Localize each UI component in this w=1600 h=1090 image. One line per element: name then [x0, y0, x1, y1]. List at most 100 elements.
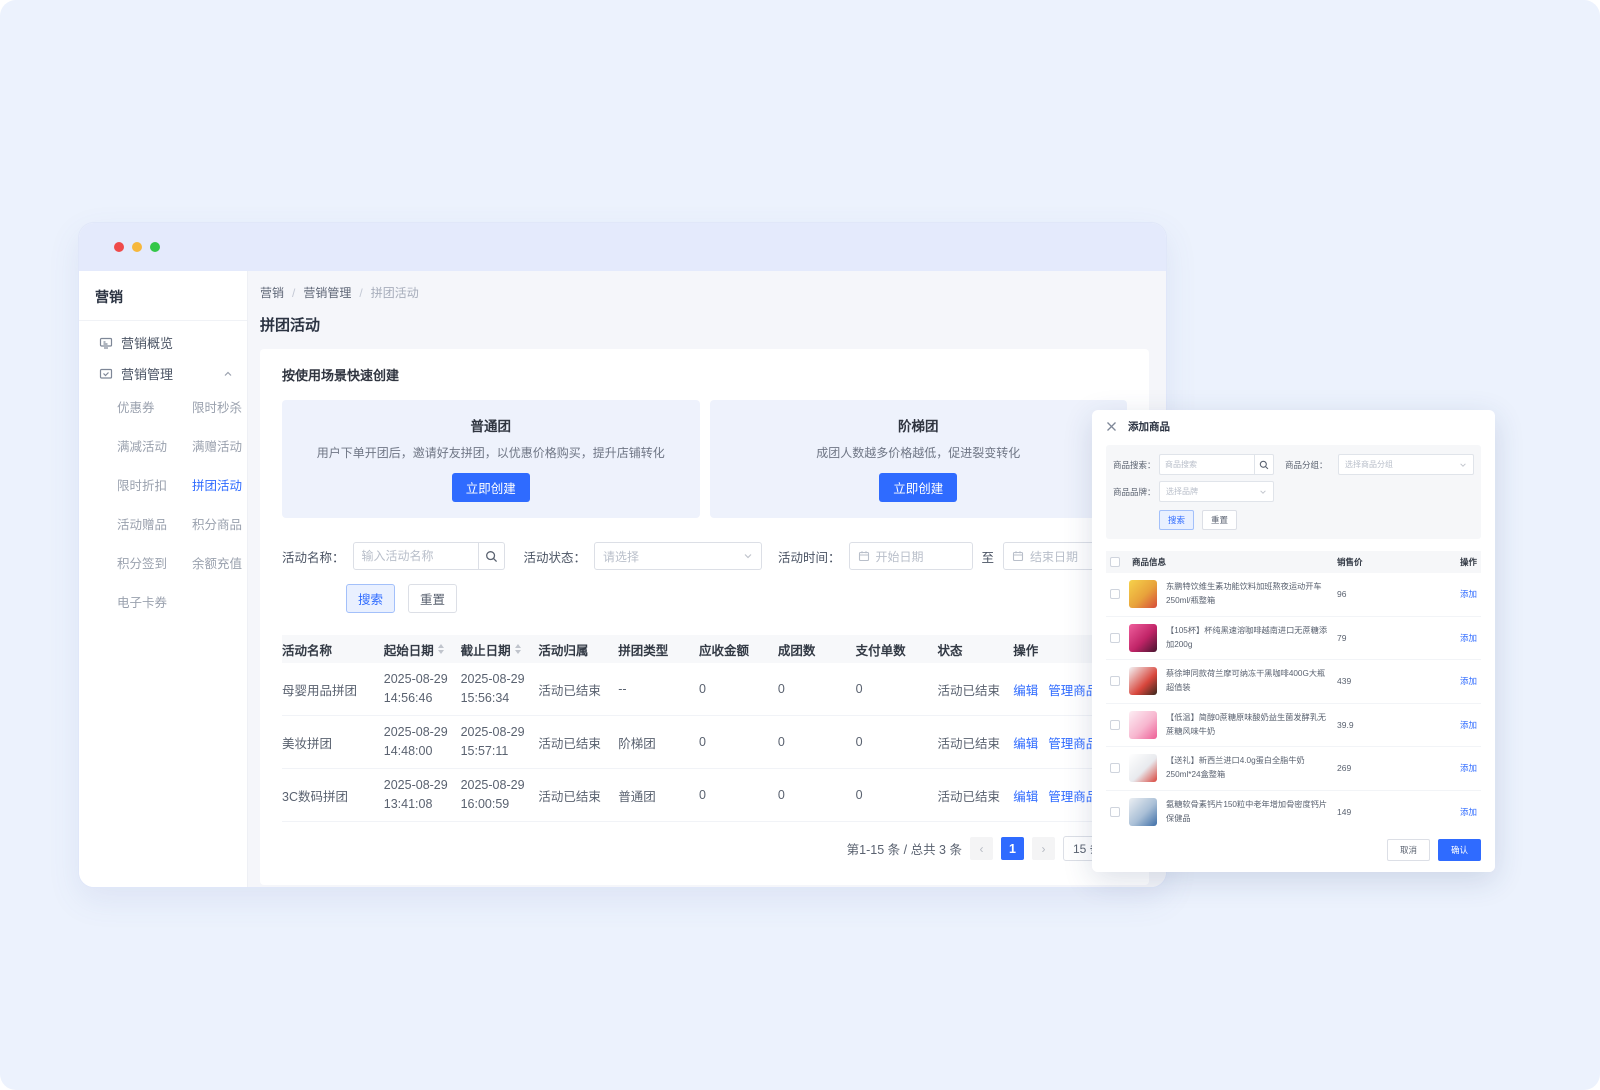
start-date: 2025-08-29 — [384, 778, 448, 792]
sidebar-item-time-discount[interactable]: 限时折扣 — [117, 465, 192, 504]
search-icon[interactable] — [1255, 454, 1274, 475]
sidebar-submenu: 优惠券 限时秒杀 满减活动 满赠活动 限时折扣 拼团活动 活动赠品 积分商品 积… — [79, 383, 247, 621]
end-time: 16:00:59 — [461, 797, 510, 811]
chevron-down-icon — [1459, 461, 1467, 469]
sidebar-item-flash-sale[interactable]: 限时秒杀 — [192, 387, 247, 426]
group-count: 0 — [778, 788, 856, 802]
row-checkbox[interactable] — [1110, 633, 1120, 643]
sidebar-item-activity-gift[interactable]: 活动赠品 — [117, 504, 192, 543]
traffic-light-minimize[interactable] — [132, 242, 142, 252]
sort-icon[interactable] — [515, 644, 521, 654]
activity-table: 活动名称 起始日期 截止日期 活动归属 拼团类型 应收金额 — [282, 635, 1127, 822]
row-checkbox[interactable] — [1110, 720, 1120, 730]
group-type: 阶梯团 — [618, 733, 699, 752]
amount: 0 — [699, 735, 778, 749]
row-checkbox[interactable] — [1110, 676, 1120, 686]
add-product-modal: 添加商品 商品搜索： 商品分组： 选择商品分组 — [1092, 410, 1495, 872]
sidebar-title: 营销 — [79, 271, 247, 321]
modal-search-button[interactable]: 搜索 — [1159, 510, 1194, 530]
traffic-light-zoom[interactable] — [150, 242, 160, 252]
status-text: 活动已结束 — [937, 733, 1013, 752]
traffic-light-close[interactable] — [114, 242, 124, 252]
product-thumbnail — [1129, 754, 1157, 782]
sidebar-item-overview[interactable]: 营销概览 — [79, 321, 247, 352]
create-now-button[interactable]: 立即创建 — [879, 473, 957, 502]
manage-products-link[interactable]: 管理商品 — [1048, 733, 1098, 752]
add-product-link[interactable]: 添加 — [1435, 719, 1477, 731]
card-description: 用户下单开团后，邀请好友拼团，以优惠价格购买，提升店铺转化 — [312, 444, 670, 461]
sidebar-item-points-signin[interactable]: 积分签到 — [117, 543, 192, 582]
sidebar-item-full-gift[interactable]: 满赠活动 — [192, 426, 247, 465]
sidebar-item-balance-recharge[interactable]: 余额充值 — [192, 543, 247, 582]
next-page-button[interactable]: › — [1032, 837, 1055, 860]
date-placeholder: 结束日期 — [1030, 548, 1078, 565]
add-product-link[interactable]: 添加 — [1435, 588, 1477, 600]
window-titlebar — [79, 223, 1166, 271]
modal-reset-button[interactable]: 重置 — [1202, 510, 1237, 530]
create-now-button[interactable]: 立即创建 — [452, 473, 530, 502]
column-header-sortable[interactable]: 截止日期 — [461, 640, 539, 659]
edit-link[interactable]: 编辑 — [1013, 733, 1038, 752]
add-product-link[interactable]: 添加 — [1435, 675, 1477, 687]
product-name: 氨糖软骨素钙片150粒中老年增加骨密度钙片保健品 — [1166, 798, 1337, 826]
close-icon[interactable] — [1106, 421, 1117, 432]
activity-belong: 活动已结束 — [538, 733, 618, 752]
product-price: 149 — [1337, 807, 1435, 817]
search-button[interactable]: 搜索 — [346, 584, 395, 613]
sidebar-item-group-buy[interactable]: 拼团活动 — [192, 465, 247, 504]
quick-create-card-normal: 普通团 用户下单开团后，邀请好友拼团，以优惠价格购买，提升店铺转化 立即创建 — [282, 400, 700, 518]
column-header: 操作 — [1435, 556, 1477, 568]
sidebar-item-e-card[interactable]: 电子卡券 — [117, 582, 192, 621]
page-number-button[interactable]: 1 — [1001, 837, 1024, 860]
activity-name-input[interactable] — [353, 542, 479, 570]
select-all-checkbox[interactable] — [1110, 557, 1120, 567]
chevron-down-icon — [1259, 488, 1267, 496]
column-header: 商品信息 — [1132, 556, 1337, 568]
add-product-link[interactable]: 添加 — [1435, 806, 1477, 818]
cancel-button[interactable]: 取消 — [1387, 839, 1430, 861]
manage-products-link[interactable]: 管理商品 — [1048, 786, 1098, 805]
breadcrumb-item[interactable]: 营销管理 — [303, 284, 351, 301]
start-date: 2025-08-29 — [384, 725, 448, 739]
pay-count: 0 — [856, 788, 938, 802]
end-time: 15:57:11 — [461, 744, 509, 758]
chevron-up-icon[interactable] — [223, 369, 233, 379]
page-background: 营销 营销概览 营销管理 优惠券 — [0, 0, 1600, 1090]
pay-count: 0 — [856, 682, 938, 696]
sidebar-item-manage[interactable]: 营销管理 — [79, 352, 247, 383]
breadcrumb-item[interactable]: 营销 — [260, 284, 284, 301]
confirm-button[interactable]: 确认 — [1438, 839, 1481, 861]
sidebar-item-points-goods[interactable]: 积分商品 — [192, 504, 247, 543]
breadcrumb-separator: / — [292, 286, 295, 300]
column-header: 销售价 — [1337, 556, 1435, 568]
select-placeholder: 选择商品分组 — [1345, 459, 1393, 470]
prev-page-button[interactable]: ‹ — [970, 837, 993, 860]
reset-button[interactable]: 重置 — [408, 584, 457, 613]
product-name: 东鹏特饮维生素功能饮料加班熬夜运动开车250ml/瓶整箱 — [1166, 580, 1337, 608]
column-header-label: 起始日期 — [384, 640, 434, 659]
search-icon[interactable] — [479, 542, 505, 570]
start-date-input[interactable]: 开始日期 — [849, 542, 973, 570]
calendar-icon — [1012, 550, 1024, 562]
product-thumbnail — [1129, 798, 1157, 826]
edit-link[interactable]: 编辑 — [1013, 680, 1038, 699]
product-group-label: 商品分组： — [1285, 459, 1331, 471]
product-group-select[interactable]: 选择商品分组 — [1338, 454, 1474, 475]
manage-products-link[interactable]: 管理商品 — [1048, 680, 1098, 699]
row-checkbox[interactable] — [1110, 807, 1120, 817]
modal-footer: 取消 确认 — [1092, 832, 1495, 872]
sidebar-item-coupon[interactable]: 优惠券 — [117, 387, 192, 426]
row-checkbox[interactable] — [1110, 763, 1120, 773]
product-brand-select[interactable]: 选择品牌 — [1159, 481, 1274, 502]
start-time: 14:56:46 — [384, 691, 433, 705]
edit-link[interactable]: 编辑 — [1013, 786, 1038, 805]
row-checkbox[interactable] — [1110, 589, 1120, 599]
sidebar-item-full-reduction[interactable]: 满减活动 — [117, 426, 192, 465]
activity-status-select[interactable]: 请选择 — [594, 542, 762, 570]
column-header-sortable[interactable]: 起始日期 — [384, 640, 461, 659]
browser-window: 营销 营销概览 营销管理 优惠券 — [78, 222, 1167, 888]
add-product-link[interactable]: 添加 — [1435, 632, 1477, 644]
sort-icon[interactable] — [438, 644, 444, 654]
add-product-link[interactable]: 添加 — [1435, 762, 1477, 774]
product-search-input[interactable] — [1159, 454, 1255, 475]
